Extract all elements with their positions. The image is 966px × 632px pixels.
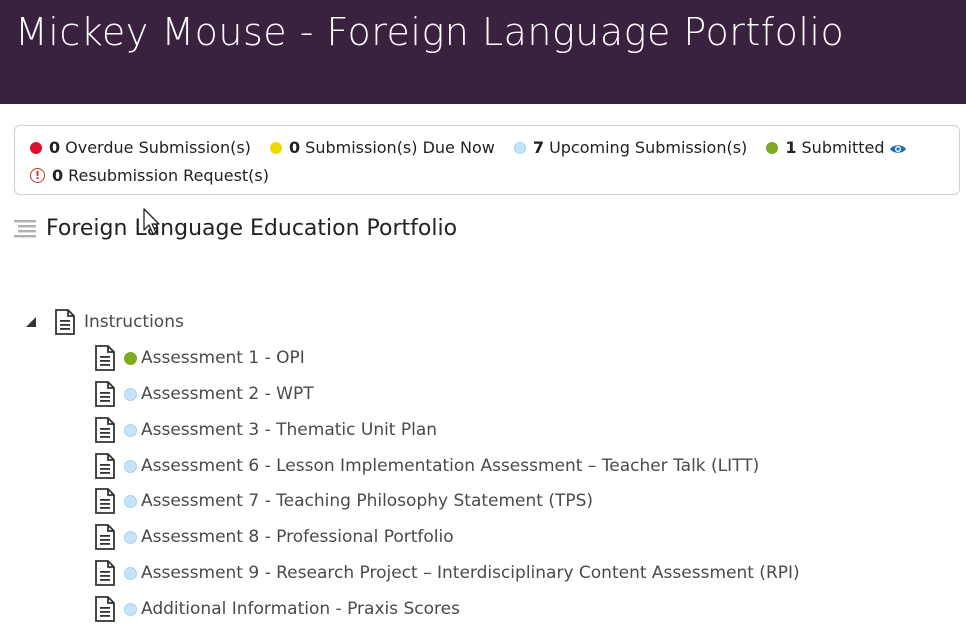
upcoming-status: 7 Upcoming Submission(s)	[513, 135, 748, 161]
lines-icon	[14, 219, 36, 237]
light-blue-dot-icon	[124, 423, 137, 437]
tree-item-label: Assessment 7 - Teaching Philosophy State…	[141, 491, 594, 511]
document-icon	[55, 309, 75, 335]
tree-item-label: Assessment 3 - Thematic Unit Plan	[141, 420, 438, 440]
light-blue-dot-icon	[124, 530, 137, 544]
portfolio-section-heading: Foreign Language Education Portfolio	[14, 216, 457, 241]
document-icon	[95, 453, 115, 479]
tree-item[interactable]: Assessment 2 - WPT	[94, 376, 314, 412]
resubmission-status: ! 0 Resubmission Request(s)	[30, 163, 269, 189]
status-line-2: ! 0 Resubmission Request(s)	[30, 161, 959, 187]
tree-item-label: Assessment 8 - Professional Portfolio	[141, 527, 454, 547]
document-icon	[95, 560, 115, 586]
submitted-count: 1	[785, 138, 797, 157]
document-icon	[95, 417, 115, 443]
tree-item[interactable]: Additional Information - Praxis Scores	[94, 591, 460, 627]
light-blue-dot-icon	[124, 459, 137, 473]
document-icon	[95, 524, 115, 550]
eye-icon	[889, 144, 906, 153]
light-blue-dot-icon	[124, 494, 137, 508]
document-icon	[95, 345, 115, 371]
section-title: Foreign Language Education Portfolio	[46, 216, 458, 241]
yellow-dot-icon	[270, 142, 283, 154]
page-title: Mickey Mouse - Foreign Language Portfoli…	[15, 10, 845, 54]
tree-item-label: Assessment 6 - Lesson Implementation Ass…	[141, 456, 760, 476]
submitted-status: 1 Submitted	[766, 135, 906, 161]
exclamation-circle-icon: !	[30, 168, 45, 183]
green-dot-icon	[124, 351, 137, 365]
green-dot-icon	[766, 142, 779, 154]
upcoming-label: Upcoming Submission(s)	[549, 138, 748, 157]
tree-item[interactable]: Assessment 1 - OPI	[94, 340, 305, 376]
overdue-count: 0	[49, 138, 61, 157]
resubmission-label: Resubmission Request(s)	[68, 165, 269, 185]
view-submitted-link[interactable]	[889, 135, 907, 161]
resubmission-count: 0	[52, 165, 64, 185]
light-blue-dot-icon	[124, 566, 137, 580]
tree-item-label: Assessment 1 - OPI	[141, 348, 305, 368]
document-icon	[95, 381, 115, 407]
red-dot-icon	[30, 142, 42, 154]
tree-item[interactable]: Assessment 6 - Lesson Implementation Ass…	[94, 448, 759, 484]
tree-root-instructions[interactable]: Instructions	[24, 304, 184, 340]
due-now-count: 0	[289, 138, 301, 157]
mouse-cursor-icon	[143, 208, 160, 235]
status-line-1: 0 Overdue Submission(s) 0 Submission(s) …	[30, 135, 959, 161]
tree-item[interactable]: Assessment 3 - Thematic Unit Plan	[94, 412, 437, 448]
page-header: Mickey Mouse - Foreign Language Portfoli…	[0, 0, 966, 104]
light-blue-dot-icon	[124, 387, 137, 401]
document-icon	[95, 596, 115, 622]
submission-status-summary: 0 Overdue Submission(s) 0 Submission(s) …	[14, 125, 960, 195]
caret-expanded-icon[interactable]	[24, 315, 38, 329]
upcoming-count: 7	[532, 138, 545, 157]
tree-item[interactable]: Assessment 8 - Professional Portfolio	[94, 519, 454, 555]
tree-item-label: Assessment 9 - Research Project – Interd…	[141, 563, 800, 583]
overdue-label: Overdue Submission(s)	[65, 138, 251, 157]
overdue-status: 0 Overdue Submission(s)	[30, 135, 251, 161]
tree-item-label: Assessment 2 - WPT	[141, 384, 314, 404]
tree-item-label: Additional Information - Praxis Scores	[141, 599, 460, 619]
tree-item[interactable]: Assessment 7 - Teaching Philosophy State…	[94, 483, 593, 519]
document-icon	[95, 488, 115, 514]
light-blue-dot-icon	[513, 142, 526, 154]
tree-root-label: Instructions	[84, 312, 184, 332]
due-now-status: 0 Submission(s) Due Now	[270, 135, 495, 161]
tree-item[interactable]: Assessment 9 - Research Project – Interd…	[94, 555, 800, 591]
light-blue-dot-icon	[124, 602, 137, 616]
submitted-label: Submitted	[801, 138, 885, 157]
due-now-label: Submission(s) Due Now	[305, 138, 495, 157]
